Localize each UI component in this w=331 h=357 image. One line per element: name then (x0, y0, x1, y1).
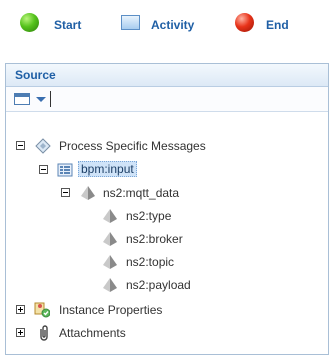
legend-activity-label: Activity (151, 18, 195, 32)
tree-node-label: bpm:input (78, 161, 137, 177)
tree-node-label: ns2:mqtt_data (103, 186, 180, 200)
tree-node-label: ns2:type (126, 209, 172, 223)
toolbar-separator (50, 91, 51, 107)
tree-node-type[interactable]: ns2:type (0, 207, 331, 225)
expand-toggle[interactable] (16, 305, 25, 314)
window-icon[interactable] (14, 93, 30, 105)
tree-node-process-messages[interactable]: Process Specific Messages (0, 137, 331, 155)
tree-node-label: ns2:payload (126, 278, 191, 292)
pyramid-icon (103, 232, 117, 246)
tree-node-mqtt-data[interactable]: ns2:mqtt_data (0, 184, 331, 202)
legend-end-label: End (266, 18, 289, 32)
tree-node-label: ns2:topic (126, 255, 175, 269)
tree-node-payload[interactable]: ns2:payload (0, 276, 331, 294)
tree-node-attachments[interactable]: Attachments (0, 324, 331, 342)
pyramid-icon (103, 278, 117, 292)
activity-box-icon (121, 15, 140, 30)
tree-node-topic[interactable]: ns2:topic (0, 253, 331, 271)
collapse-toggle[interactable] (61, 188, 70, 197)
grid-icon (57, 163, 73, 177)
pyramid-icon (81, 186, 95, 200)
panel-header: Source (6, 64, 328, 87)
tree-node-label: ns2:broker (126, 232, 183, 246)
pyramid-icon (103, 255, 117, 269)
start-circle-icon (20, 13, 39, 32)
panel-title: Source (15, 68, 56, 82)
diamond-message-icon (35, 138, 51, 154)
tree-node-instance-properties[interactable]: Instance Properties (0, 301, 331, 319)
dropdown-arrow-icon[interactable] (36, 97, 46, 102)
tree-node-label: Attachments (59, 326, 126, 340)
paperclip-icon (40, 325, 48, 341)
panel-toolbar (6, 87, 328, 112)
properties-icon (34, 302, 50, 318)
collapse-toggle[interactable] (39, 165, 48, 174)
pyramid-icon (103, 209, 117, 223)
legend: Start Activity End (0, 0, 331, 52)
collapse-toggle[interactable] (16, 141, 25, 150)
legend-start-label: Start (54, 18, 82, 32)
end-circle-icon (235, 13, 254, 32)
tree-node-label: Instance Properties (59, 303, 163, 317)
tree-node-broker[interactable]: ns2:broker (0, 230, 331, 248)
tree-node-label: Process Specific Messages (59, 139, 206, 153)
expand-toggle[interactable] (16, 328, 25, 337)
tree-node-bpm-input[interactable]: bpm:input (0, 161, 331, 179)
